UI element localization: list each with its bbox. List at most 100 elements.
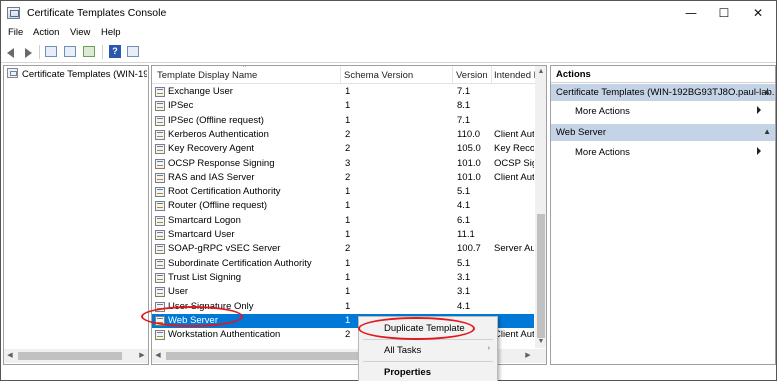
more-actions-item[interactable]: More Actions xyxy=(575,144,765,160)
column-header-row: ^ Template Display Name Schema Version V… xyxy=(152,66,546,84)
close-button[interactable]: ✕ xyxy=(738,1,777,25)
actions-group-web-server[interactable]: Web Server ▲ xyxy=(551,124,775,141)
more-actions-label: More Actions xyxy=(575,147,630,158)
more-actions-item[interactable]: More Actions xyxy=(575,103,765,119)
template-name-cell: OCSP Response Signing xyxy=(168,157,275,169)
table-row[interactable]: Router (Offline request) 1 4.1 xyxy=(152,199,534,213)
back-icon[interactable] xyxy=(4,44,20,60)
table-row[interactable]: Exchange User 1 7.1 xyxy=(152,85,534,99)
table-row[interactable]: Smartcard User 1 11.1 xyxy=(152,228,534,242)
menu-action[interactable]: Action xyxy=(33,27,59,38)
export-list-icon[interactable] xyxy=(81,44,97,60)
annotation-circle-web-server xyxy=(141,306,243,327)
certificate-template-icon xyxy=(155,230,165,240)
template-name-cell: Workstation Authentication xyxy=(168,329,281,341)
version-cell: 105.0 xyxy=(457,143,481,155)
table-row[interactable]: Trust List Signing 1 3.1 xyxy=(152,271,534,285)
version-cell: 4.1 xyxy=(457,200,471,212)
column-header-intended-purposes[interactable]: Intended P xyxy=(494,70,540,81)
menu-bar: File Action View Help xyxy=(1,25,776,41)
column-header-display-name[interactable]: Template Display Name xyxy=(157,70,257,81)
column-divider[interactable] xyxy=(491,66,492,84)
certificate-template-icon xyxy=(155,258,165,269)
version-cell: 5.1 xyxy=(457,186,471,198)
context-item-all-tasks[interactable]: All Tasks › xyxy=(359,340,497,360)
template-name-cell: Router (Offline request) xyxy=(168,200,268,212)
schema-version-cell: 1 xyxy=(345,300,351,312)
schema-version-cell: 2 xyxy=(345,243,351,255)
schema-version-cell: 1 xyxy=(345,271,351,283)
console-tree-pane: Certificate Templates (WIN-192B ◀ ▶ xyxy=(3,65,149,365)
table-row[interactable]: User 1 3.1 xyxy=(152,285,534,299)
column-divider[interactable] xyxy=(340,66,341,84)
tree-item-certificate-templates[interactable]: Certificate Templates (WIN-192B xyxy=(7,68,147,82)
table-row[interactable]: Subordinate Certification Authority 1 5.1 xyxy=(152,257,534,271)
schema-version-cell: 2 xyxy=(345,143,351,155)
menu-view[interactable]: View xyxy=(70,27,90,38)
collapse-icon[interactable]: ▲ xyxy=(763,127,771,136)
version-cell: 101.0 xyxy=(457,157,481,169)
list-vertical-scrollbar[interactable]: ▲ ▼ xyxy=(535,66,546,348)
version-cell: 8.1 xyxy=(457,100,471,112)
table-row[interactable]: Root Certification Authority 1 5.1 xyxy=(152,185,534,199)
certificate-template-icon xyxy=(155,287,165,298)
version-cell: 3.1 xyxy=(457,271,471,283)
title-bar: Certificate Templates Console — ☐ ✕ xyxy=(1,1,776,25)
menu-help[interactable]: Help xyxy=(101,27,121,38)
console-window: Certificate Templates Console — ☐ ✕ File… xyxy=(0,0,777,381)
scroll-left-icon[interactable]: ◀ xyxy=(4,349,16,363)
schema-version-cell: 1 xyxy=(345,100,351,112)
certificate-template-icon xyxy=(155,215,165,226)
schema-version-cell: 1 xyxy=(345,214,351,226)
certificate-template-icon xyxy=(155,187,165,198)
help-icon[interactable]: ? xyxy=(107,44,123,60)
intended-purposes-cell: OCSP Signi xyxy=(494,157,534,169)
actions-title: Actions xyxy=(551,66,775,83)
template-name-cell: SOAP-gRPC vSEC Server xyxy=(168,243,281,255)
show-hide-action-pane-icon[interactable] xyxy=(125,44,141,60)
menu-file[interactable]: File xyxy=(8,27,23,38)
table-row[interactable]: IPSec 1 8.1 xyxy=(152,99,534,113)
forward-icon[interactable] xyxy=(20,44,36,60)
certificate-template-icon xyxy=(155,272,165,283)
scroll-down-icon[interactable]: ▼ xyxy=(535,336,546,348)
table-row[interactable]: Smartcard Logon 1 6.1 xyxy=(152,214,534,228)
certificate-template-icon xyxy=(155,158,165,169)
table-row[interactable]: OCSP Response Signing 3 101.0 OCSP Signi xyxy=(152,157,534,171)
schema-version-cell: 2 xyxy=(345,128,351,140)
template-name-cell: IPSec (Offline request) xyxy=(168,114,264,126)
table-row[interactable]: Kerberos Authentication 2 110.0 Client Auth xyxy=(152,128,534,142)
certificate-template-icon xyxy=(155,330,165,341)
list-scroll-thumb[interactable] xyxy=(537,214,545,338)
table-row[interactable]: SOAP-gRPC vSEC Server 2 100.7 Server Auth xyxy=(152,242,534,256)
submenu-arrow-icon xyxy=(757,147,761,155)
template-name-cell: Kerberos Authentication xyxy=(168,128,269,140)
console-tree-icon[interactable] xyxy=(43,44,59,60)
column-header-version[interactable]: Version xyxy=(456,70,488,81)
schema-version-cell: 1 xyxy=(345,257,351,269)
table-row[interactable]: Key Recovery Agent 2 105.0 Key Recov xyxy=(152,142,534,156)
collapse-icon[interactable]: ▲ xyxy=(763,87,771,96)
context-item-properties[interactable]: Properties xyxy=(359,362,497,381)
column-header-schema-version[interactable]: Schema Version xyxy=(344,70,413,81)
table-row[interactable]: IPSec (Offline request) 1 7.1 xyxy=(152,114,534,128)
certificate-template-icon xyxy=(155,201,165,212)
actions-group-certificate-templates[interactable]: Certificate Templates (WIN-192BG93TJ8O.p… xyxy=(551,84,775,101)
table-row[interactable]: RAS and IAS Server 2 101.0 Client Auth xyxy=(152,171,534,185)
scroll-left-icon[interactable]: ◀ xyxy=(152,349,164,363)
properties-icon[interactable] xyxy=(62,44,78,60)
certificate-template-icon xyxy=(155,115,165,126)
toolbar: ? xyxy=(1,41,776,63)
scroll-right-icon[interactable]: ▶ xyxy=(136,349,148,363)
version-cell: 11.1 xyxy=(457,229,475,240)
schema-version-cell: 1 xyxy=(345,186,351,198)
tree-horizontal-scrollbar[interactable]: ◀ ▶ xyxy=(4,349,148,363)
version-cell: 101.0 xyxy=(457,171,481,183)
schema-version-cell: 3 xyxy=(345,157,351,169)
template-name-cell: Smartcard Logon xyxy=(168,214,241,226)
column-divider[interactable] xyxy=(452,66,453,84)
tree-scroll-thumb[interactable] xyxy=(18,352,122,360)
tree-item-label: Certificate Templates (WIN-192B xyxy=(22,69,147,80)
scroll-right-icon[interactable]: ▶ xyxy=(522,349,534,363)
scroll-up-icon[interactable]: ▲ xyxy=(535,66,546,78)
